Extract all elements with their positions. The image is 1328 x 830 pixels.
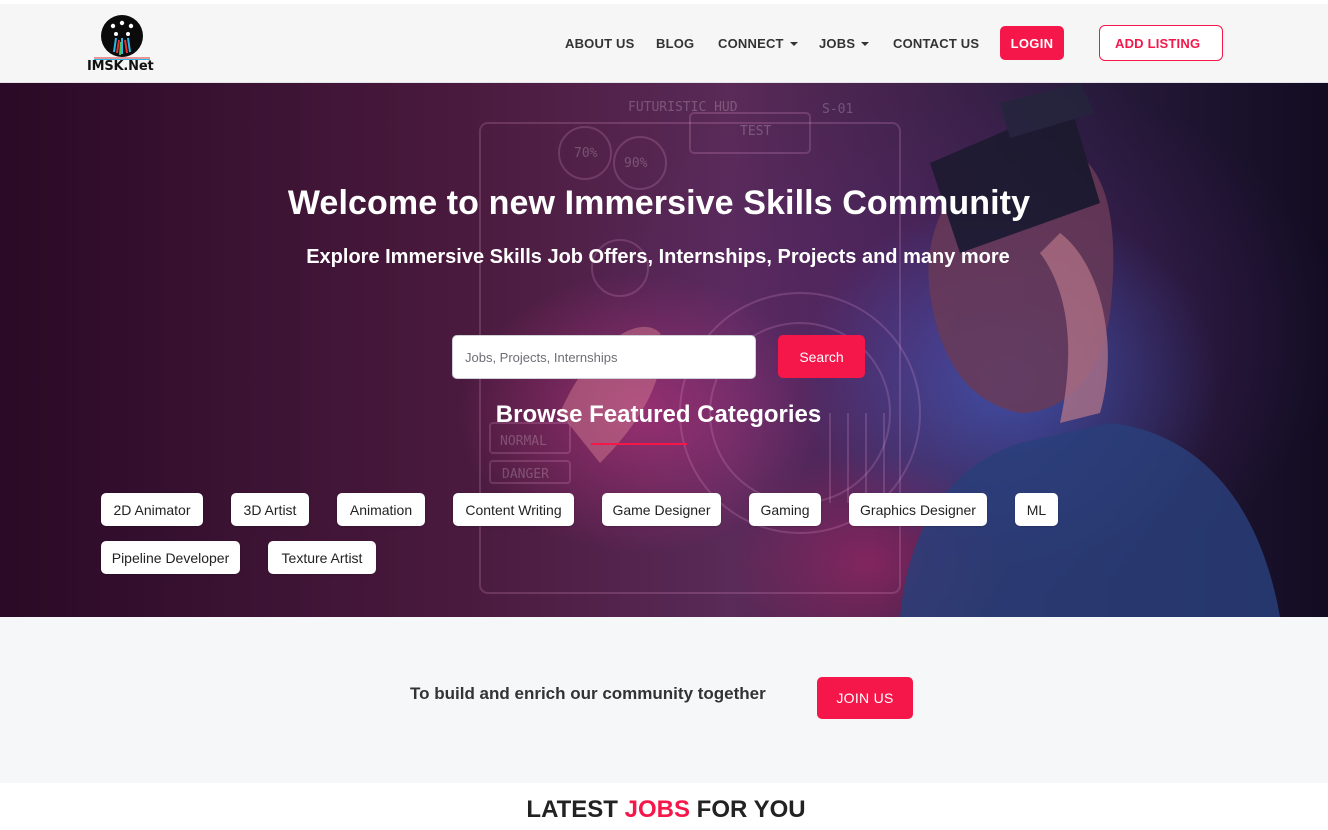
caret-down-icon [789,41,798,46]
site-header: IMSK.Net ABOUT US BLOG CONNECT JOBS CONT… [0,4,1328,83]
add-listing-button[interactable]: ADD LISTING [1099,25,1223,61]
category-chip-texture-artist[interactable]: Texture Artist [268,541,376,574]
category-chip-2d-animator[interactable]: 2D Animator [101,493,203,526]
category-chip-3d-artist[interactable]: 3D Artist [231,493,309,526]
latest-jobs-heading: LATEST JOBS FOR YOU [0,796,1328,824]
hero-subtitle: Explore Immersive Skills Job Offers, Int… [306,246,1010,268]
nav-item-blog[interactable]: BLOG [656,36,694,51]
nav-item-connect[interactable]: CONNECT [718,36,798,51]
category-chip-ml[interactable]: ML [1015,493,1058,526]
category-chip-gaming[interactable]: Gaming [749,493,821,526]
join-text: To build and enrich our community togeth… [410,684,766,703]
category-chip-content-writing[interactable]: Content Writing [453,493,574,526]
hud-text-normal: NORMAL [500,434,547,449]
logo-text: IMSK.Net [87,59,154,74]
hero-section: FUTURISTIC HUD TEST S-01 70% 90% NORMAL … [0,83,1328,617]
caret-down-icon [861,41,870,46]
join-section: To build and enrich our community togeth… [0,617,1328,783]
nav-item-connect-label: CONNECT [718,36,784,51]
latest-jobs-suffix: FOR YOU [696,796,806,823]
search-button[interactable]: Search [778,335,865,378]
hud-text-test: TEST [740,124,771,139]
hud-text-s01: S-01 [822,102,853,117]
hud-text-futuristic: FUTURISTIC HUD [628,100,738,115]
category-chip-pipeline-developer[interactable]: Pipeline Developer [101,541,240,574]
nav-item-jobs-label: JOBS [819,36,856,51]
nav-item-contact-us[interactable]: CONTACT US [893,36,979,51]
site-logo[interactable]: IMSK.Net [86,12,158,78]
hero-title: Welcome to new Immersive Skills Communit… [287,184,1031,222]
login-button[interactable]: LOGIN [1000,26,1064,60]
hud-text-danger: DANGER [502,467,549,482]
nav-item-about-us[interactable]: ABOUT US [565,36,635,51]
browse-categories-title: Browse Featured Categories [495,401,822,428]
search-input[interactable] [452,335,756,379]
hud-text-70: 70% [574,146,598,161]
latest-jobs-prefix: LATEST [526,796,618,823]
hud-text-90: 90% [624,156,648,171]
category-chip-graphics-designer[interactable]: Graphics Designer [849,493,987,526]
latest-jobs-accent: JOBS [624,796,690,823]
join-us-button[interactable]: JOIN US [817,677,913,719]
title-underline [591,443,687,445]
category-chip-game-designer[interactable]: Game Designer [602,493,721,526]
nav-item-jobs[interactable]: JOBS [819,36,870,51]
category-chip-animation[interactable]: Animation [337,493,425,526]
